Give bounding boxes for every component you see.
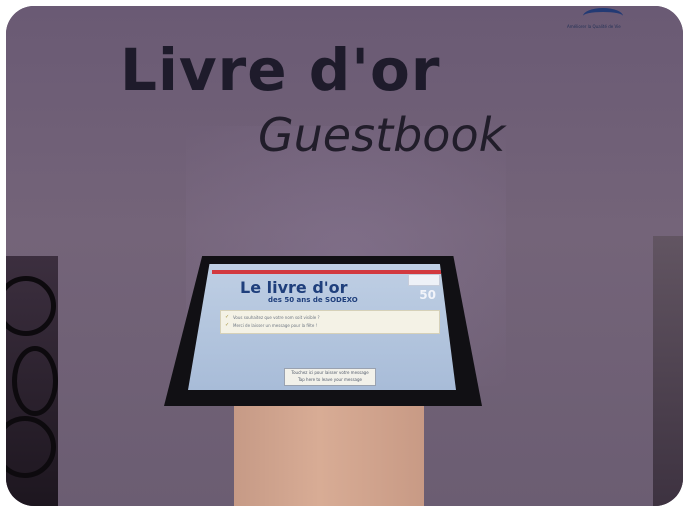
- leave-message-button[interactable]: Touchez ici pour laisser votre message T…: [284, 368, 376, 386]
- brand-logo: Améliorer la Qualité de Vie: [567, 8, 637, 36]
- check-icon: ✓: [225, 322, 230, 328]
- photo-frame: Améliorer la Qualité de Vie Livre d'or G…: [6, 6, 683, 506]
- sodexo-logo-icon: [583, 8, 623, 24]
- message-panel[interactable]: ✓ Vous souhaitez que votre nom soit visi…: [220, 310, 440, 334]
- kiosk-stand: [234, 394, 424, 506]
- kiosk-screen: Le livre d'or des 50 ans de SODEXO 50 ✓ …: [188, 264, 456, 390]
- swirl-ornament: [6, 416, 56, 478]
- decorative-panel-left: [6, 256, 58, 506]
- screen-corner-badge: [408, 274, 440, 286]
- decorative-panel-right: [653, 236, 683, 506]
- check-icon: ✓: [225, 314, 230, 320]
- screen-title: Le livre d'or: [240, 278, 348, 297]
- note-line: Merci de laisser un message pour la fête…: [233, 323, 318, 328]
- anniversary-logo: 50: [419, 288, 436, 302]
- swirl-ornament: [6, 276, 56, 336]
- screen-subtitle: des 50 ans de SODEXO: [268, 296, 358, 304]
- note-line: Vous souhaitez que votre nom soit visibl…: [233, 315, 320, 320]
- swirl-ornament: [12, 346, 58, 416]
- brand-tagline: Améliorer la Qualité de Vie: [567, 24, 621, 29]
- button-label-line: Touchez ici pour laisser votre message: [291, 370, 369, 375]
- button-label-line: Tap here to leave your message: [298, 377, 362, 382]
- sign-title-french: Livre d'or: [120, 36, 441, 104]
- sign-title-english: Guestbook: [258, 108, 506, 162]
